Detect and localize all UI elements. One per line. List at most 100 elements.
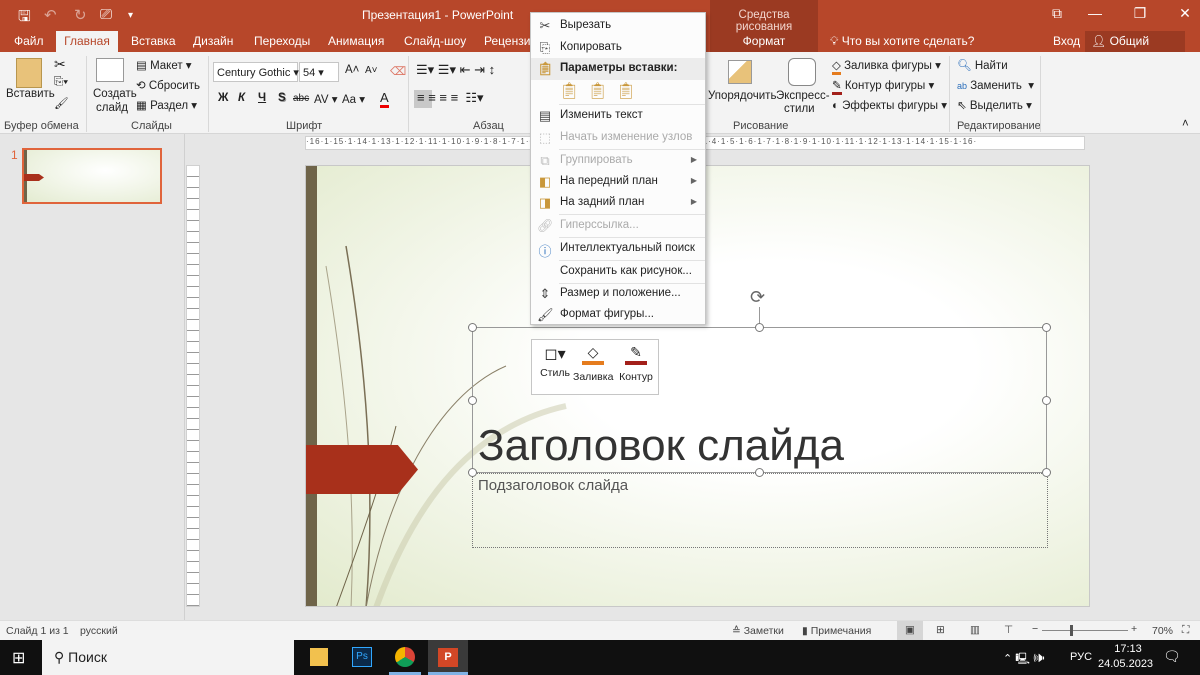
collapse-ribbon-icon[interactable]: ˄ — [1182, 118, 1189, 130]
menu-item-bring-front[interactable]: ◧ На передний план ▶ — [531, 171, 705, 193]
zoom-level[interactable]: 70% — [1152, 625, 1173, 637]
notifications-icon[interactable]: 🗨︎ — [1163, 648, 1181, 665]
clear-formatting-icon[interactable]: ⌫ — [390, 64, 406, 78]
chrome-icon[interactable] — [395, 647, 415, 667]
slideshow-button[interactable]: ⊤ — [1004, 624, 1013, 636]
tab-file[interactable]: Файл — [14, 34, 44, 48]
new-slide-button-2[interactable]: слайд — [96, 102, 128, 114]
shape-outline-button[interactable]: ✎ Контур фигуры ▾ — [832, 78, 934, 95]
menu-item-send-back[interactable]: ◨ На задний план ▶ — [531, 192, 705, 214]
strikethrough-button[interactable]: abc — [293, 93, 309, 104]
slideshow-start-icon[interactable]: ⎚ — [100, 6, 112, 23]
rotate-handle-icon[interactable]: ⟳ — [750, 287, 765, 308]
photoshop-icon[interactable]: Ps — [352, 647, 372, 667]
close-icon[interactable]: ✕ — [1170, 5, 1200, 22]
align-icons[interactable]: ≡ ≡ ≡ ≡ ☷▾ — [417, 90, 484, 106]
change-case-button[interactable]: Aa ▾ — [342, 92, 365, 106]
tab-animations[interactable]: Анимация — [328, 34, 384, 48]
grow-font-icon[interactable]: A˄ — [345, 64, 359, 76]
find-button[interactable]: 🔍︎ Найти — [957, 58, 1008, 72]
taskbar-search[interactable]: ⚲ Поиск — [42, 640, 294, 675]
resize-handle[interactable] — [468, 468, 477, 477]
fit-to-window-icon[interactable]: ⛶ — [1182, 624, 1189, 637]
powerpoint-taskbar-button[interactable]: P — [428, 640, 468, 675]
windows-start-icon[interactable]: ⊞ — [12, 648, 25, 668]
slide-sorter-button[interactable]: ⊞ — [936, 624, 945, 636]
quick-styles-button[interactable]: Экспресс- — [776, 90, 830, 102]
file-explorer-icon[interactable] — [310, 648, 328, 666]
input-language[interactable]: РУС — [1070, 651, 1092, 663]
tab-design[interactable]: Дизайн — [193, 34, 233, 48]
menu-item-copy[interactable]: ⎘ Копировать — [531, 37, 705, 59]
menu-item-save-picture[interactable]: Сохранить как рисунок... — [531, 261, 705, 283]
tab-transitions[interactable]: Переходы — [254, 34, 310, 48]
bold-button[interactable]: Ж — [218, 92, 228, 104]
copy-icon[interactable]: ⎘▾ — [54, 76, 68, 89]
clock-time[interactable]: 17:13 — [1108, 643, 1148, 655]
menu-item-smart-lookup[interactable]: ⓘ Интеллектуальный поиск — [531, 238, 705, 260]
resize-handle[interactable] — [468, 396, 477, 405]
menu-item-format-shape[interactable]: 🖌︎ Формат фигуры... — [531, 304, 705, 326]
slide-thumbnail[interactable] — [22, 148, 162, 204]
character-spacing-button[interactable]: AV ▾ — [314, 92, 337, 106]
arrange-button[interactable]: Упорядочить — [708, 90, 776, 102]
language-indicator[interactable]: русский — [80, 625, 118, 637]
ribbon-display-icon[interactable]: ⧉ — [1042, 5, 1072, 22]
font-name-select[interactable]: Century Gothic ▾ — [213, 62, 299, 82]
resize-handle[interactable] — [468, 323, 477, 332]
resize-handle[interactable] — [1042, 468, 1051, 477]
reading-view-button[interactable]: ▥ — [970, 624, 980, 636]
share-button[interactable]: 👤︎ Общий доступ — [1085, 31, 1185, 62]
shrink-font-icon[interactable]: A˅ — [365, 65, 378, 76]
customize-qat-icon[interactable]: ▾ — [128, 10, 133, 21]
tab-home[interactable]: Главная — [56, 31, 118, 52]
quick-styles-icon[interactable] — [788, 58, 816, 86]
quick-styles-button-2[interactable]: стили — [784, 103, 815, 115]
sign-in-link[interactable]: Вход — [1053, 34, 1080, 48]
resize-handle[interactable] — [1042, 396, 1051, 405]
tab-format[interactable]: Формат — [710, 34, 818, 48]
comments-button[interactable]: ▮ Примечания — [802, 625, 871, 637]
clock-date[interactable]: 24.05.2023 — [1098, 658, 1153, 670]
reset-button[interactable]: ⟲ Сбросить — [136, 78, 200, 92]
tell-me-search[interactable]: 💡︎ Что вы хотите сделать? — [830, 34, 974, 49]
paste-button[interactable]: Вставить — [6, 88, 55, 100]
paste-icon[interactable] — [16, 58, 42, 88]
format-painter-icon[interactable]: 🖌︎ — [54, 96, 69, 110]
italic-button[interactable]: К — [238, 92, 245, 104]
zoom-slider-thumb[interactable] — [1069, 625, 1073, 636]
bullets-icon[interactable]: ☰▾ ☰▾ ⇤ ⇥ ↕ — [416, 62, 495, 78]
mini-style-button[interactable]: ◻▾ Стиль — [537, 344, 573, 379]
mini-fill-button[interactable]: ◇ Заливка — [573, 344, 613, 383]
font-size-select[interactable]: 54 ▾ — [299, 62, 339, 82]
menu-item-edit-text[interactable]: ▤ Изменить текст — [531, 105, 705, 127]
shadow-button[interactable]: S — [278, 92, 286, 104]
tab-insert[interactable]: Вставка — [131, 34, 176, 48]
slide-thumbnail-pane[interactable] — [0, 134, 185, 620]
menu-item-cut[interactable]: ✂ Вырезать — [531, 15, 705, 37]
shape-fill-button[interactable]: ◇ Заливка фигуры ▾ — [832, 58, 941, 75]
zoom-in-button[interactable]: + — [1131, 623, 1137, 635]
new-slide-icon[interactable] — [96, 58, 124, 82]
shape-effects-button[interactable]: ◐ Эффекты фигуры ▾ — [832, 98, 947, 112]
subtitle-placeholder[interactable] — [472, 473, 1048, 548]
normal-view-button[interactable]: ▣ — [897, 621, 923, 640]
notes-button[interactable]: ≙ Заметки — [732, 625, 784, 637]
zoom-slider[interactable] — [1042, 630, 1128, 631]
undo-icon[interactable]: ↶ — [44, 6, 57, 24]
menu-item-size-position[interactable]: ⇕ Размер и положение... — [531, 283, 705, 305]
restore-icon[interactable]: ❐ — [1125, 5, 1155, 22]
select-button[interactable]: ⇖ Выделить ▾ — [957, 98, 1032, 112]
font-color-button[interactable]: A — [380, 90, 389, 108]
paste-option-icons[interactable]: 📋︎📋︎📋︎ — [559, 81, 644, 101]
section-button[interactable]: ▦ Раздел ▾ — [136, 98, 197, 112]
resize-handle[interactable] — [755, 468, 764, 477]
underline-button[interactable]: Ч — [258, 92, 266, 104]
replace-button[interactable]: ab Заменить ▾ — [957, 78, 1034, 92]
mini-outline-button[interactable]: ✎ Контур — [616, 344, 656, 383]
tab-slideshow[interactable]: Слайд-шоу — [404, 34, 466, 48]
minimize-icon[interactable]: — — [1080, 5, 1110, 21]
redo-icon[interactable]: ↻ — [74, 6, 87, 24]
save-icon[interactable]: 🖫 — [18, 6, 31, 31]
tray-overflow-icon[interactable]: ⌃ 🖳︎ 🕪︎ — [1003, 650, 1045, 669]
